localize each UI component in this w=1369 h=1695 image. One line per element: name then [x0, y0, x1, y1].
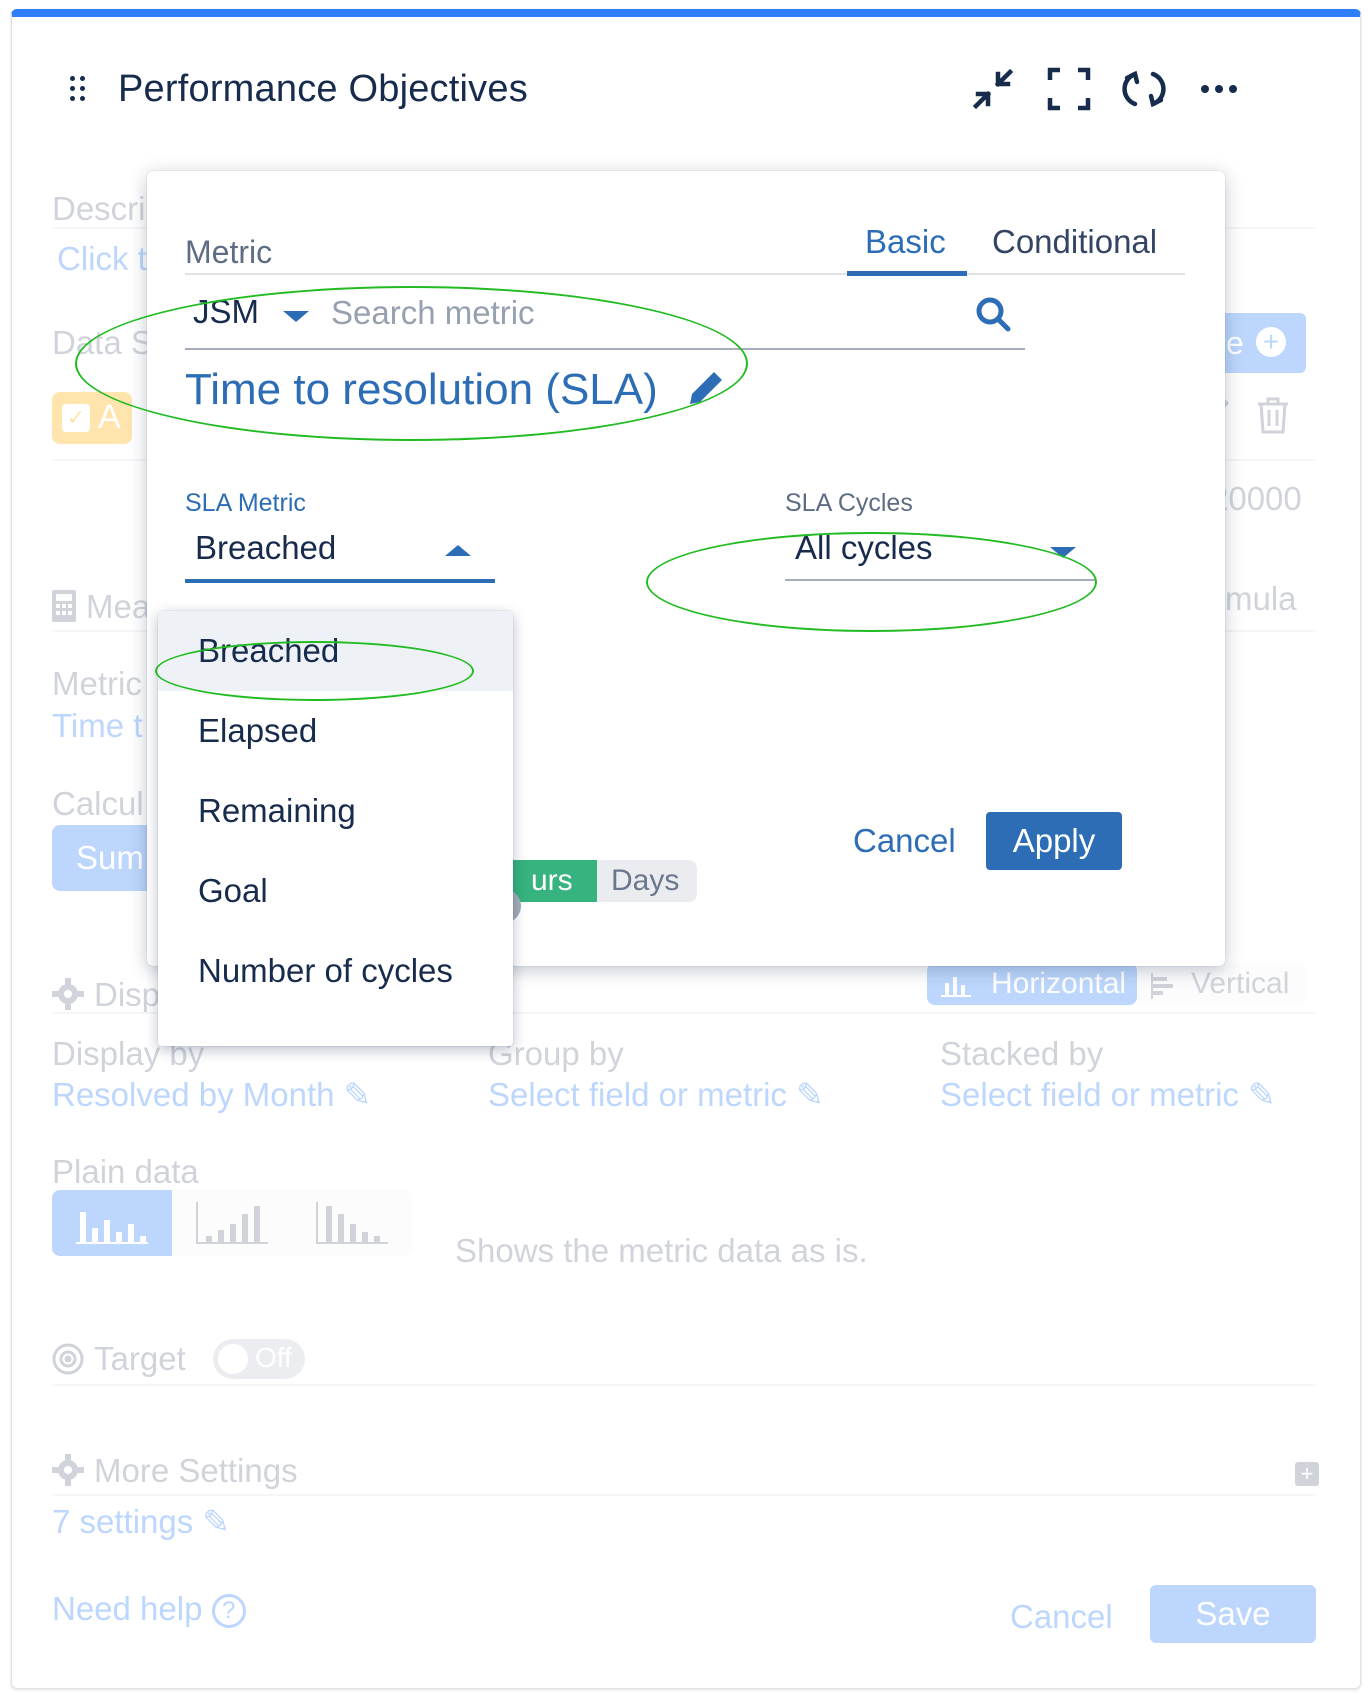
- more-settings-label: More Settings: [94, 1452, 298, 1489]
- stacked-by-value[interactable]: Select field or metric ✎: [940, 1075, 1276, 1114]
- more-icon[interactable]: [1196, 66, 1242, 112]
- apply-button[interactable]: Apply: [986, 812, 1122, 870]
- sla-cycles-select[interactable]: All cycles: [785, 529, 1095, 581]
- calculation-label: Calcul: [52, 785, 144, 822]
- display-section-label: Disp: [94, 976, 161, 1013]
- sla-metric-label: SLA Metric: [185, 489, 306, 517]
- pencil-icon: [688, 367, 724, 417]
- checkbox-icon: ✓: [62, 404, 90, 432]
- pencil-icon: ✎: [1248, 1076, 1276, 1113]
- trash-icon[interactable]: [1256, 396, 1290, 434]
- descending-data-button[interactable]: [292, 1190, 412, 1256]
- description-link[interactable]: Click t: [57, 240, 147, 278]
- page-title: Performance Objectives: [118, 68, 528, 110]
- search-underline: [185, 348, 1025, 350]
- drag-handle-icon[interactable]: [70, 76, 90, 106]
- divider: [185, 273, 1185, 275]
- tab-conditional[interactable]: Conditional: [992, 223, 1157, 261]
- chevron-up-icon: [445, 545, 471, 556]
- settings-count-link[interactable]: 7 settings ✎: [52, 1502, 230, 1541]
- orientation-horizontal[interactable]: Horizontal: [927, 963, 1137, 1005]
- metric-label: Metric: [52, 665, 142, 702]
- display-by-value[interactable]: Resolved by Month ✎: [52, 1075, 371, 1114]
- search-input[interactable]: Search metric: [331, 294, 535, 332]
- toggle-knob: [218, 1344, 248, 1374]
- plain-data-button[interactable]: [52, 1190, 172, 1256]
- collapse-icon[interactable]: [970, 66, 1016, 112]
- formula-link[interactable]: mula: [1225, 580, 1297, 618]
- group-by-value[interactable]: Select field or metric ✎: [488, 1075, 824, 1114]
- horizontal-bar-icon: [1151, 973, 1177, 999]
- time-unit-hours-label[interactable]: urs: [529, 860, 597, 902]
- chevron-down-icon: [283, 311, 309, 322]
- metric-field-label: Metric: [185, 234, 273, 270]
- sla-metric-dropdown: Breached Elapsed Remaining Goal Number o…: [158, 611, 513, 1046]
- option-elapsed[interactable]: Elapsed: [158, 691, 513, 771]
- plain-data-description: Shows the metric data as is.: [455, 1232, 868, 1269]
- need-help-link[interactable]: Need help ?: [52, 1590, 246, 1629]
- bar-chart-icon: [941, 971, 971, 997]
- ascending-data-button[interactable]: [172, 1190, 292, 1256]
- source-select[interactable]: JSM: [193, 293, 309, 331]
- sla-metric-select[interactable]: Breached: [185, 529, 495, 583]
- data-mode-toggle: [52, 1190, 412, 1256]
- select-underline: [785, 579, 1095, 581]
- divider: [52, 1494, 1316, 1496]
- chevron-down-icon: [1050, 547, 1076, 558]
- data-source-label: Data S: [52, 324, 153, 361]
- target-toggle[interactable]: Off: [213, 1339, 305, 1379]
- target-label: Target: [94, 1340, 186, 1377]
- source-chip[interactable]: ✓ A: [52, 392, 132, 444]
- description-label: Descri: [52, 190, 146, 227]
- stacked-by-label: Stacked by: [940, 1035, 1104, 1072]
- gear-icon: [52, 1454, 84, 1486]
- plain-data-label: Plain data: [52, 1153, 199, 1190]
- option-breached[interactable]: Breached: [158, 611, 513, 691]
- metric-value[interactable]: Time t: [52, 707, 142, 745]
- select-underline: [185, 579, 495, 583]
- target-icon: [52, 1343, 84, 1375]
- pencil-icon: ✎: [202, 1503, 231, 1540]
- search-icon[interactable]: [974, 295, 1014, 335]
- active-tab-indicator: [847, 271, 967, 276]
- time-unit-days[interactable]: Days: [597, 860, 697, 902]
- pencil-icon: ✎: [343, 1076, 372, 1113]
- option-number-of-cycles[interactable]: Number of cycles: [158, 931, 513, 1011]
- save-button[interactable]: Save: [1150, 1585, 1316, 1643]
- pencil-icon: ✎: [796, 1076, 824, 1113]
- expand-plus-icon[interactable]: +: [1295, 1462, 1319, 1486]
- orientation-vertical[interactable]: Vertical: [1191, 967, 1289, 1001]
- cancel-button[interactable]: Cancel: [1010, 1598, 1113, 1636]
- fullscreen-icon[interactable]: [1046, 66, 1092, 112]
- selected-metric[interactable]: Time to resolution (SLA): [185, 365, 724, 417]
- option-remaining[interactable]: Remaining: [158, 771, 513, 851]
- option-goal[interactable]: Goal: [158, 851, 513, 931]
- plus-circle-icon: +: [1256, 327, 1286, 357]
- tab-basic[interactable]: Basic: [865, 223, 946, 261]
- gear-icon: [52, 978, 84, 1010]
- orientation-toggle: Horizontal Vertical: [927, 963, 1307, 1005]
- sla-cycles-label: SLA Cycles: [785, 489, 913, 517]
- measure-label: Mea: [86, 588, 151, 625]
- help-icon: ?: [211, 1594, 246, 1629]
- divider: [52, 1384, 1316, 1386]
- calculator-icon: [52, 590, 76, 622]
- refresh-icon[interactable]: [1121, 66, 1167, 112]
- popup-cancel-button[interactable]: Cancel: [853, 813, 956, 869]
